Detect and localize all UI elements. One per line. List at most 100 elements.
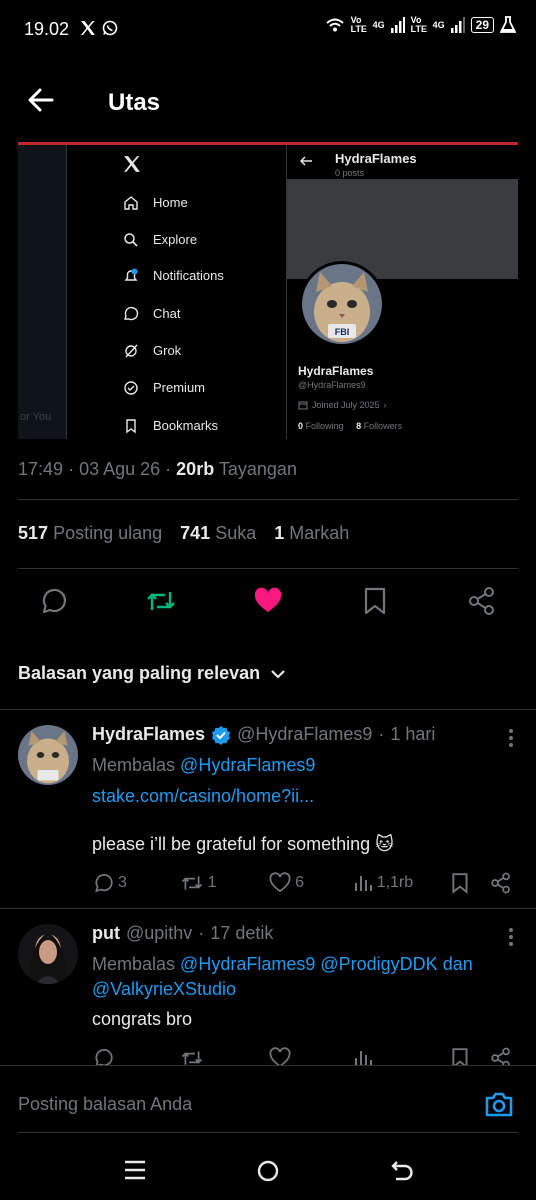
more-options-icon[interactable]: [508, 927, 514, 947]
reply-header: put @upithv · 17 detik: [92, 923, 274, 944]
chevron-right-icon: ›: [383, 400, 387, 410]
replying-to-link[interactable]: @HydraFlames9: [180, 954, 315, 974]
more-options-icon[interactable]: [508, 728, 514, 748]
composer-underline: [18, 1132, 518, 1133]
battery-indicator: 29: [470, 17, 494, 33]
like-icon[interactable]: [253, 586, 283, 616]
system-nav-bar: [0, 1140, 536, 1200]
home-icon: [124, 196, 138, 210]
reply-repost-action[interactable]: [180, 1047, 270, 1065]
media-joined: Joined July 2025 ›: [298, 400, 387, 410]
reply-item[interactable]: HydraFlames @HydraFlames9 · 1 hari Memba…: [0, 710, 536, 908]
post-media-image[interactable]: or You Home Explore Notifications Chat G…: [18, 142, 518, 439]
bookmark-icon[interactable]: [450, 872, 470, 894]
replying-to-link[interactable]: @ProdigyDDK: [320, 954, 437, 974]
media-profile-posts: 0 posts: [335, 168, 365, 178]
back-nav-icon[interactable]: [390, 1159, 414, 1181]
bell-icon: [124, 268, 138, 281]
repost-icon[interactable]: [145, 586, 177, 616]
reply-item[interactable]: put @upithv · 17 detik Membalas @HydraFl…: [0, 909, 536, 1065]
reply-views-action[interactable]: 1,1rb: [353, 873, 451, 893]
reply-comment-action[interactable]: 3: [92, 872, 180, 894]
reply-sort-dropdown[interactable]: Balasan yang paling relevan: [18, 663, 286, 684]
x-logo-icon: [124, 156, 140, 172]
replying-prefix: Membalas: [92, 755, 176, 775]
reply-text: please i’ll be grateful for something 🐱: [92, 834, 394, 854]
home-nav-icon[interactable]: [256, 1159, 280, 1183]
media-profile-banner: [287, 179, 518, 279]
bookmark-icon[interactable]: [362, 586, 388, 616]
post-stats: 517 Posting ulang 741 Suka 1 Markah: [18, 523, 349, 544]
replying-to-link[interactable]: @HydraFlames9: [180, 755, 315, 775]
bookmark-icon[interactable]: [450, 1047, 470, 1065]
reply-views-action[interactable]: [353, 1048, 451, 1065]
reply-author-name[interactable]: put: [92, 923, 120, 944]
share-icon[interactable]: [468, 586, 496, 616]
signal-icon: [390, 17, 405, 33]
menu-premium: Premium: [153, 380, 206, 395]
search-icon: [124, 233, 138, 247]
reply-icon[interactable]: [38, 586, 68, 616]
reply-link[interactable]: stake.com/casino/home?ii...: [92, 784, 314, 809]
reply-handle[interactable]: @HydraFlames9: [237, 724, 372, 745]
top-header: Utas: [0, 60, 536, 144]
avatar-badge-text: FBI: [335, 327, 350, 337]
reply-handle[interactable]: @upithv: [126, 923, 192, 944]
chevron-down-icon: [271, 669, 285, 679]
post-actions: [0, 580, 536, 624]
post-views-label: Tayangan: [218, 459, 297, 479]
reposts-stat[interactable]: 517 Posting ulang: [18, 523, 162, 544]
reply-header: HydraFlames @HydraFlames9 · 1 hari: [92, 724, 436, 745]
recent-apps-icon[interactable]: [124, 1160, 146, 1180]
media-profile-name: HydraFlames: [335, 151, 417, 166]
volte-label-1: Vo LTE: [350, 15, 367, 34]
followers-label: Followers: [363, 421, 403, 431]
reply-replying-to: Membalas @HydraFlames9: [92, 753, 315, 778]
menu-bookmarks: Bookmarks: [153, 418, 219, 433]
reply-text: congrats bro: [92, 1009, 193, 1029]
media-display-name: HydraFlames: [298, 364, 374, 378]
verified-badge-icon: [212, 725, 231, 745]
reply-comment-action[interactable]: [92, 1047, 180, 1065]
media-joined-text: Joined July 2025: [312, 400, 380, 410]
chat-icon: [124, 306, 139, 321]
grok-icon: [125, 344, 138, 358]
bookmarks-stat[interactable]: 1 Markah: [274, 523, 349, 544]
avatar[interactable]: [18, 924, 78, 984]
views-icon: [354, 876, 372, 891]
media-profile-avatar: FBI: [299, 261, 385, 347]
back-arrow-icon[interactable]: [28, 87, 54, 113]
reply-input[interactable]: Posting balasan Anda: [18, 1094, 192, 1115]
status-time: 19.02: [24, 19, 70, 39]
post-views-count: 20rb: [176, 459, 215, 479]
repost-icon: [181, 876, 202, 890]
avatar[interactable]: [18, 725, 78, 785]
reply-like-action[interactable]: 6: [269, 872, 353, 894]
whatsapp-icon: [102, 20, 118, 36]
bookmark-icon: [126, 419, 136, 434]
post-meta: 17:49 · 03 Agu 26 · 20rb Tayangan: [18, 459, 297, 479]
wifi-icon: [325, 18, 344, 32]
replying-prefix: Membalas: [92, 954, 176, 974]
reply-like-action[interactable]: [269, 1047, 353, 1065]
sort-label: Balasan yang paling relevan: [18, 663, 261, 683]
reply-time: 17 detik: [210, 923, 274, 943]
reply-icon: [95, 874, 113, 893]
replying-to-link[interactable]: @ValkyrieXStudio: [92, 979, 236, 999]
menu-grok: Grok: [153, 343, 182, 358]
reply-time: 1 hari: [390, 724, 436, 744]
reply-replying-to: Membalas @HydraFlames9 @ProdigyDDK dan @…: [92, 952, 512, 1002]
network-label-2: 4G: [432, 20, 445, 30]
camera-icon[interactable]: [484, 1090, 514, 1118]
page-title: Utas: [108, 89, 161, 116]
reply-author-name[interactable]: HydraFlames: [92, 724, 205, 745]
reply-actions: 3 1 6 1,1rb: [92, 872, 512, 894]
media-left-column: or You: [18, 145, 66, 439]
x-logo-icon: [81, 21, 95, 35]
media-handle: @HydraFlames9: [298, 380, 366, 390]
reply-repost-action[interactable]: 1: [180, 872, 270, 894]
share-icon[interactable]: [490, 872, 512, 894]
share-icon[interactable]: [490, 1047, 512, 1065]
likes-stat[interactable]: 741 Suka: [180, 523, 256, 544]
divider: [18, 568, 518, 569]
